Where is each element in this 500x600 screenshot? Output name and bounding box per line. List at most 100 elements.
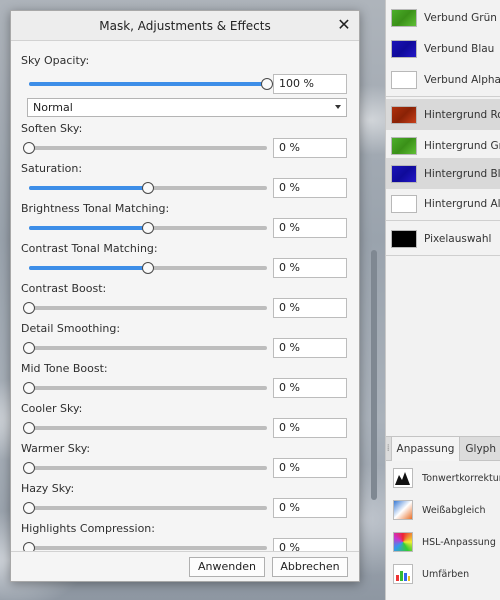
sky-opacity-label: Sky Opacity: xyxy=(21,54,90,67)
slider-value-input[interactable]: 0 % xyxy=(273,258,347,278)
slider-track[interactable] xyxy=(29,222,267,234)
slider-value-input[interactable]: 0 % xyxy=(273,338,347,358)
slider-value-input[interactable]: 0 % xyxy=(273,138,347,158)
slider-fill xyxy=(29,226,148,230)
slider-handle[interactable] xyxy=(23,502,35,514)
slider-row: Mid Tone Boost: 0 % xyxy=(11,362,347,402)
adjustment-label: Tonwertkorrektur xyxy=(422,472,500,484)
channel-row-hintergrund-blau[interactable]: Hintergrund Blau xyxy=(386,158,500,189)
slider-row: Contrast Tonal Matching: 0 % xyxy=(11,242,347,282)
adjustment-item-white-balance[interactable]: Weißabgleich xyxy=(386,494,500,526)
slider-row: Contrast Boost: 0 % xyxy=(11,282,347,322)
slider-fill xyxy=(29,186,148,190)
slider-value-input[interactable]: 0 % xyxy=(273,378,347,398)
slider-value-input[interactable]: 0 % xyxy=(273,418,347,438)
slider-label: Contrast Tonal Matching: xyxy=(21,242,158,255)
channel-row-hintergrund-alpha[interactable]: Hintergrund Alpha xyxy=(386,188,500,219)
sky-opacity-slider-track[interactable] xyxy=(29,78,273,90)
slider-handle[interactable] xyxy=(142,262,154,274)
adjustment-item-hsl[interactable]: HSL-Anpassung xyxy=(386,526,500,558)
channel-thumbnail-green xyxy=(391,8,417,27)
channel-thumbnail-white xyxy=(391,194,417,213)
slider-track[interactable] xyxy=(29,182,267,194)
slider-track[interactable] xyxy=(23,382,267,394)
sky-opacity-slider-handle[interactable] xyxy=(261,78,273,90)
channel-label: Pixelauswahl xyxy=(424,232,492,245)
slider-row: Hazy Sky: 0 % xyxy=(11,482,347,522)
slider-value-input[interactable]: 0 % xyxy=(273,178,347,198)
channel-row-hintergrund-gruen[interactable]: Hintergrund Grün xyxy=(386,130,500,161)
slider-track[interactable] xyxy=(23,422,267,434)
divider xyxy=(386,96,500,97)
slider-track[interactable] xyxy=(23,502,267,514)
canvas-scrollbar[interactable] xyxy=(371,250,377,500)
slider-row: Detail Smoothing: 0 % xyxy=(11,322,347,362)
channel-thumbnail-green xyxy=(391,136,417,155)
blend-mode-select[interactable]: Normal xyxy=(27,98,347,117)
slider-value-input[interactable]: 0 % xyxy=(273,458,347,478)
channel-row-verbund-blau[interactable]: Verbund Blau xyxy=(386,33,500,64)
channel-thumbnail-white xyxy=(391,70,417,89)
slider-label: Soften Sky: xyxy=(21,122,83,135)
channels-panel: Verbund Grün Verbund Blau Verbund Alpha … xyxy=(385,0,500,600)
adjustment-item-recolor[interactable]: Umfärben xyxy=(386,558,500,590)
channel-label: Verbund Alpha xyxy=(424,73,500,86)
slider-row: Brightness Tonal Matching: 0 % xyxy=(11,202,347,242)
tab-anpassung[interactable]: Anpassung xyxy=(390,436,461,461)
slider-track[interactable] xyxy=(23,302,267,314)
slider-fill xyxy=(29,266,148,270)
slider-handle[interactable] xyxy=(142,222,154,234)
slider-value-input[interactable]: 0 % xyxy=(273,298,347,318)
sky-opacity-control: Sky Opacity: 100 % xyxy=(11,54,347,94)
slider-handle[interactable] xyxy=(23,382,35,394)
slider-label: Hazy Sky: xyxy=(21,482,75,495)
channel-row-verbund-gruen[interactable]: Verbund Grün xyxy=(386,2,500,33)
close-icon[interactable]: ✕ xyxy=(335,17,353,35)
adjustment-label: Weißabgleich xyxy=(422,504,486,516)
slider-label: Mid Tone Boost: xyxy=(21,362,108,375)
adjustment-item-levels[interactable]: Tonwertkorrektur xyxy=(386,462,500,494)
slider-track[interactable] xyxy=(23,462,267,474)
slider-row: Saturation: 0 % xyxy=(11,162,347,202)
slider-value-input[interactable]: 0 % xyxy=(273,218,347,238)
tab-glyph[interactable]: Glyph xyxy=(460,437,500,461)
dialog-scrollbar[interactable] xyxy=(348,42,357,551)
slider-value-input[interactable]: 0 % xyxy=(273,538,347,551)
slider-handle[interactable] xyxy=(23,142,35,154)
slider-handle[interactable] xyxy=(23,302,35,314)
slider-label: Saturation: xyxy=(21,162,83,175)
channel-thumbnail-black xyxy=(391,229,417,248)
mask-adjustments-dialog: Mask, Adjustments & Effects ✕ Sky Opacit… xyxy=(10,10,360,582)
slider-handle[interactable] xyxy=(23,422,35,434)
channel-thumbnail-red xyxy=(391,105,417,124)
slider-handle[interactable] xyxy=(23,342,35,354)
slider-label: Cooler Sky: xyxy=(21,402,83,415)
channel-label: Hintergrund Rot xyxy=(424,108,500,121)
channel-label: Verbund Grün xyxy=(424,11,497,24)
divider xyxy=(386,220,500,221)
apply-button[interactable]: Anwenden xyxy=(189,557,265,577)
slider-value-input[interactable]: 0 % xyxy=(273,498,347,518)
sky-opacity-value-input[interactable]: 100 % xyxy=(273,74,347,94)
slider-row: Soften Sky: 0 % xyxy=(11,122,347,162)
slider-track[interactable] xyxy=(23,542,267,551)
cancel-button[interactable]: Abbrechen xyxy=(272,557,348,577)
slider-track[interactable] xyxy=(23,342,267,354)
slider-label: Warmer Sky: xyxy=(21,442,91,455)
slider-track[interactable] xyxy=(23,142,267,154)
slider-handle[interactable] xyxy=(23,462,35,474)
channel-label: Hintergrund Alpha xyxy=(424,197,500,210)
slider-track[interactable] xyxy=(29,262,267,274)
channel-row-pixelauswahl[interactable]: Pixelauswahl xyxy=(386,223,500,254)
dialog-titlebar[interactable]: Mask, Adjustments & Effects ✕ xyxy=(11,11,359,41)
channel-thumbnail-blue xyxy=(391,164,417,183)
slider-handle[interactable] xyxy=(142,182,154,194)
slider-label: Detail Smoothing: xyxy=(21,322,121,335)
adjustment-label: HSL-Anpassung xyxy=(422,536,496,548)
hsl-icon xyxy=(393,532,413,552)
panel-tab-bar: ⁞ Anpassung Glyph xyxy=(386,436,500,461)
channel-row-hintergrund-rot[interactable]: Hintergrund Rot xyxy=(386,99,500,130)
channel-row-verbund-alpha[interactable]: Verbund Alpha xyxy=(386,64,500,95)
slider-handle[interactable] xyxy=(23,542,35,551)
channel-label: Hintergrund Blau xyxy=(424,167,500,180)
